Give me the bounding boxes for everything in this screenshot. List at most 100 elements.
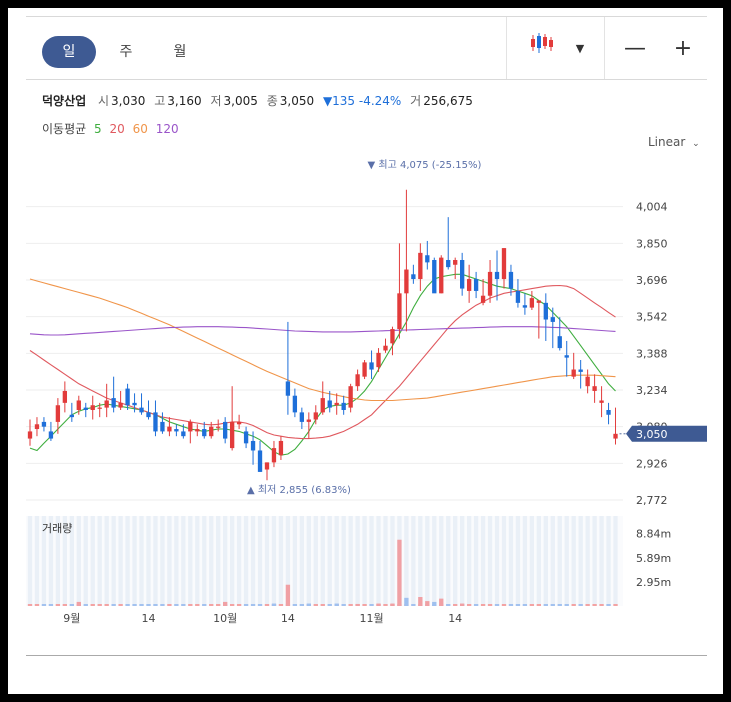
volume-y-tick-label: 2.95m — [636, 576, 671, 589]
candle-body — [536, 300, 542, 303]
chart-panel: 일 주 월 ▼ — + 덕양산업 시 3,030 고 3,160 저 3,005 종3… — [8, 8, 723, 694]
volume-y-tick-label: 8.84m — [636, 528, 671, 541]
ma-line-5 — [29, 273, 616, 456]
x-tick-label: 14 — [448, 612, 462, 625]
candle-body — [578, 369, 583, 372]
max-price-annotation: ▼ 최고 4,075 (-25.15%) — [368, 159, 482, 171]
volume-bar — [209, 604, 214, 606]
volume-bar — [285, 584, 291, 606]
volume-bar — [390, 603, 395, 606]
candle-body — [139, 407, 144, 413]
volume-bar — [397, 539, 402, 606]
candle-body — [564, 355, 569, 358]
candle-body — [264, 462, 270, 470]
volume-bar — [264, 604, 270, 606]
volume-bar — [118, 604, 123, 606]
volume-bar — [557, 604, 562, 606]
divider — [26, 655, 707, 656]
candle-body — [27, 431, 33, 439]
candle-body — [613, 433, 618, 439]
volume-bar — [536, 604, 542, 606]
y-tick-label: 3,234 — [636, 384, 668, 397]
candle-body — [432, 260, 437, 294]
candle-body — [48, 431, 54, 439]
volume-bar — [62, 604, 68, 606]
candle-body — [111, 398, 116, 408]
volume-bar — [460, 603, 465, 606]
candle-body — [76, 400, 81, 410]
candle-body — [383, 345, 388, 351]
candle-body — [529, 298, 535, 308]
x-tick-label: 14 — [281, 612, 295, 625]
candle-body — [466, 279, 472, 291]
candle-body — [97, 407, 102, 409]
candle-body — [543, 302, 548, 320]
volume-bar — [174, 604, 179, 606]
ma-line-20 — [29, 284, 616, 440]
candle-body — [425, 255, 430, 263]
volume-bar — [271, 603, 277, 606]
candle-body — [460, 260, 465, 289]
volume-bar — [564, 604, 569, 606]
volume-bar — [195, 604, 200, 606]
candle-body — [90, 405, 95, 410]
candle-body — [195, 429, 200, 432]
volume-bar — [334, 603, 339, 606]
x-tick-label: 11월 — [359, 612, 383, 625]
volume-bar — [411, 604, 416, 606]
candle-body — [216, 426, 221, 428]
candle-body — [104, 400, 109, 408]
candle-body — [285, 381, 291, 396]
candle-body — [557, 336, 562, 349]
volume-bar — [432, 601, 437, 606]
candle-body — [41, 421, 47, 427]
volume-bar — [327, 604, 332, 606]
volume-bar — [446, 604, 451, 606]
volume-bar — [160, 604, 165, 606]
volume-bar — [104, 604, 109, 606]
candle-body — [397, 293, 402, 330]
candle-body — [522, 305, 528, 308]
volume-bar — [571, 604, 576, 606]
volume-bar — [216, 604, 221, 606]
volume-bar — [501, 604, 507, 606]
candle-body — [160, 421, 165, 432]
candle-body — [167, 426, 172, 432]
volume-bar — [494, 604, 500, 606]
y-tick-label: 4,004 — [636, 201, 668, 214]
candle-body — [494, 271, 500, 280]
volume-bar — [76, 601, 81, 606]
candle-body — [348, 386, 353, 408]
volume-bar — [69, 604, 74, 606]
last-price-badge-label: 3,050 — [636, 428, 668, 441]
volume-bar — [383, 604, 388, 606]
candle-body — [250, 440, 256, 451]
volume-bar — [348, 604, 353, 606]
volume-bar — [243, 604, 249, 606]
candle-body — [404, 269, 409, 294]
volume-bar — [613, 604, 618, 606]
volume-bar — [41, 604, 47, 606]
x-tick-label: 10월 — [213, 612, 237, 625]
volume-bar — [453, 604, 458, 606]
candle-body — [313, 412, 318, 420]
y-tick-label: 2,772 — [636, 494, 668, 507]
volume-bar — [236, 604, 242, 606]
candle-body — [62, 390, 68, 403]
volume-panel-title: 거래량 — [42, 522, 72, 535]
candle-body — [292, 395, 298, 413]
x-tick-label: 14 — [141, 612, 155, 625]
candle-body — [209, 426, 214, 437]
volume-bar — [125, 604, 130, 606]
candle-body — [606, 410, 611, 415]
volume-bar — [188, 604, 193, 606]
volume-bar — [48, 604, 54, 606]
volume-bar — [306, 603, 311, 606]
volume-bar — [83, 604, 88, 606]
candlestick-chart[interactable]: 4,0043,8503,6963,5423,3883,2343,0802,926… — [8, 8, 723, 694]
candle-body — [369, 362, 374, 370]
volume-bar — [132, 604, 137, 606]
candle-body — [243, 431, 249, 444]
candle-body — [501, 248, 507, 280]
volume-bar — [487, 604, 493, 606]
